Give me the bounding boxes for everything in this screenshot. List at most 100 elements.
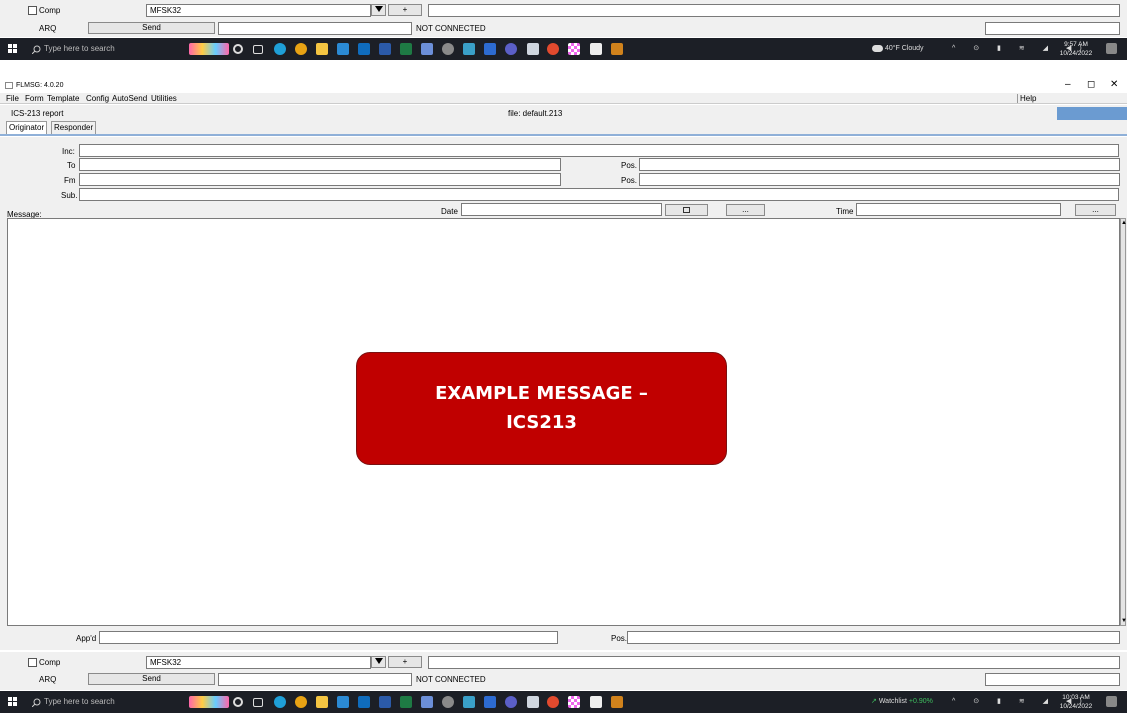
excel-icon[interactable] bbox=[400, 696, 412, 708]
file-explorer-icon[interactable] bbox=[316, 43, 328, 55]
mail-icon[interactable] bbox=[337, 696, 349, 708]
edge-icon[interactable] bbox=[274, 43, 286, 55]
mode-info-field[interactable] bbox=[428, 4, 1120, 17]
word-icon[interactable] bbox=[379, 696, 391, 708]
message-scrollbar[interactable]: ▲ ▼ bbox=[1120, 218, 1127, 626]
checker-icon[interactable] bbox=[568, 696, 580, 708]
windows-start-icon[interactable] bbox=[8, 697, 18, 707]
sub-label: Sub. bbox=[61, 191, 78, 200]
menu-template[interactable]: Template bbox=[47, 94, 79, 103]
cortana-icon[interactable] bbox=[233, 697, 243, 707]
ladybug-icon[interactable] bbox=[547, 696, 559, 708]
maps-app-icon[interactable] bbox=[484, 696, 496, 708]
comp-checkbox[interactable] bbox=[28, 6, 37, 15]
appd-pos-label: Pos. bbox=[611, 634, 628, 643]
send-button-bottom[interactable]: Send bbox=[88, 673, 215, 685]
menu-autosend[interactable]: AutoSend bbox=[112, 94, 147, 103]
menu-config[interactable]: Config bbox=[86, 94, 109, 103]
taskbar-search-bottom[interactable]: Type here to search bbox=[29, 693, 180, 711]
weather-widget[interactable]: 40°F Cloudy bbox=[872, 38, 924, 60]
taskbar-clock[interactable]: 9:57 AM 10/24/2022 bbox=[1055, 40, 1097, 58]
plus-button-bottom[interactable]: + bbox=[388, 656, 422, 668]
tab-responder[interactable]: Responder bbox=[51, 121, 97, 134]
tx-field[interactable] bbox=[218, 22, 412, 35]
mode-dropdown-button-bottom[interactable] bbox=[371, 656, 386, 668]
time-now-button[interactable]: ... bbox=[1075, 204, 1116, 216]
comp-label-bottom: Comp bbox=[39, 658, 61, 667]
info-app-icon[interactable] bbox=[590, 43, 602, 55]
inc-field[interactable] bbox=[79, 144, 1119, 157]
watchlist-widget[interactable]: ↗ Watchlist +0.90% bbox=[871, 691, 933, 713]
to-field[interactable] bbox=[79, 158, 561, 171]
antenna-app-icon[interactable] bbox=[611, 43, 623, 55]
flmsg-taskbar-icon[interactable] bbox=[527, 43, 539, 55]
taskbar-clock-bottom[interactable]: 10:03 AM 10/24/2022 bbox=[1055, 693, 1097, 711]
date-field[interactable] bbox=[461, 203, 662, 216]
plus-button[interactable]: + bbox=[388, 4, 422, 16]
mode-field[interactable]: MFSK32 bbox=[146, 4, 371, 17]
chrome-icon[interactable] bbox=[295, 696, 307, 708]
chrome-icon[interactable] bbox=[295, 43, 307, 55]
pen-app-icon[interactable] bbox=[463, 696, 475, 708]
taskbar-search[interactable]: Type here to search bbox=[29, 40, 180, 58]
flmsg-taskbar-icon[interactable] bbox=[527, 696, 539, 708]
windows-start-icon[interactable] bbox=[8, 44, 18, 54]
word-icon[interactable] bbox=[379, 43, 391, 55]
trend-up-icon: ↗ bbox=[871, 698, 877, 705]
appd-pos-field[interactable] bbox=[627, 631, 1120, 644]
calendar-button[interactable] bbox=[665, 204, 708, 216]
checker-icon[interactable] bbox=[568, 43, 580, 55]
excel-icon[interactable] bbox=[400, 43, 412, 55]
menu-form[interactable]: Form bbox=[25, 94, 44, 103]
date-now-button[interactable]: ... bbox=[726, 204, 765, 216]
close-button[interactable]: ✕ bbox=[1110, 79, 1118, 90]
scroll-up-icon[interactable]: ▲ bbox=[1121, 220, 1127, 226]
mail-icon[interactable] bbox=[337, 43, 349, 55]
comp-checkbox-bottom[interactable] bbox=[28, 658, 37, 667]
fm-field[interactable] bbox=[79, 173, 561, 186]
calendar-icon[interactable] bbox=[421, 696, 433, 708]
appd-field[interactable] bbox=[99, 631, 558, 644]
to-pos-field[interactable] bbox=[639, 158, 1120, 171]
edge-icon[interactable] bbox=[274, 696, 286, 708]
notifications-icon[interactable] bbox=[1106, 696, 1117, 707]
report-header-bar: ICS-213 report file: default.213 bbox=[0, 105, 1127, 121]
task-view-icon[interactable] bbox=[253, 698, 263, 707]
pen-app-icon[interactable] bbox=[463, 43, 475, 55]
ladybug-icon[interactable] bbox=[547, 43, 559, 55]
cortana-icon[interactable] bbox=[233, 44, 243, 54]
candles-icon[interactable] bbox=[189, 43, 229, 55]
notifications-icon[interactable] bbox=[1106, 43, 1117, 54]
tab-originator[interactable]: Originator bbox=[6, 121, 48, 134]
candles-icon[interactable] bbox=[189, 696, 229, 708]
task-view-icon[interactable] bbox=[253, 45, 263, 54]
menu-help[interactable]: Help bbox=[1017, 94, 1036, 103]
outlook-icon[interactable] bbox=[358, 43, 370, 55]
maximize-button[interactable]: ◻ bbox=[1087, 79, 1095, 90]
file-explorer-icon[interactable] bbox=[316, 696, 328, 708]
antenna-app-icon[interactable] bbox=[611, 696, 623, 708]
to-pos-label: Pos. bbox=[621, 161, 638, 170]
teams-icon[interactable] bbox=[505, 696, 517, 708]
callout-line-1: EXAMPLE MESSAGE – bbox=[435, 383, 648, 404]
inc-label: Inc: bbox=[62, 147, 75, 156]
send-button[interactable]: Send bbox=[88, 22, 215, 34]
minimize-button[interactable]: – bbox=[1065, 79, 1071, 90]
time-field[interactable] bbox=[856, 203, 1061, 216]
mode-field-bottom[interactable]: MFSK32 bbox=[146, 656, 371, 669]
mode-dropdown-button[interactable] bbox=[371, 4, 386, 16]
menu-file[interactable]: File bbox=[6, 94, 19, 103]
settings-app-icon[interactable] bbox=[442, 43, 454, 55]
scroll-down-icon[interactable]: ▼ bbox=[1121, 618, 1127, 624]
subject-field[interactable] bbox=[79, 188, 1119, 201]
settings-app-icon[interactable] bbox=[442, 696, 454, 708]
tx-field-bottom[interactable] bbox=[218, 673, 412, 686]
menu-utilities[interactable]: Utilities bbox=[151, 94, 177, 103]
teams-icon[interactable] bbox=[505, 43, 517, 55]
outlook-icon[interactable] bbox=[358, 696, 370, 708]
mode-info-field-bottom[interactable] bbox=[428, 656, 1120, 669]
info-app-icon[interactable] bbox=[590, 696, 602, 708]
calendar-icon[interactable] bbox=[421, 43, 433, 55]
fm-pos-field[interactable] bbox=[639, 173, 1120, 186]
maps-app-icon[interactable] bbox=[484, 43, 496, 55]
